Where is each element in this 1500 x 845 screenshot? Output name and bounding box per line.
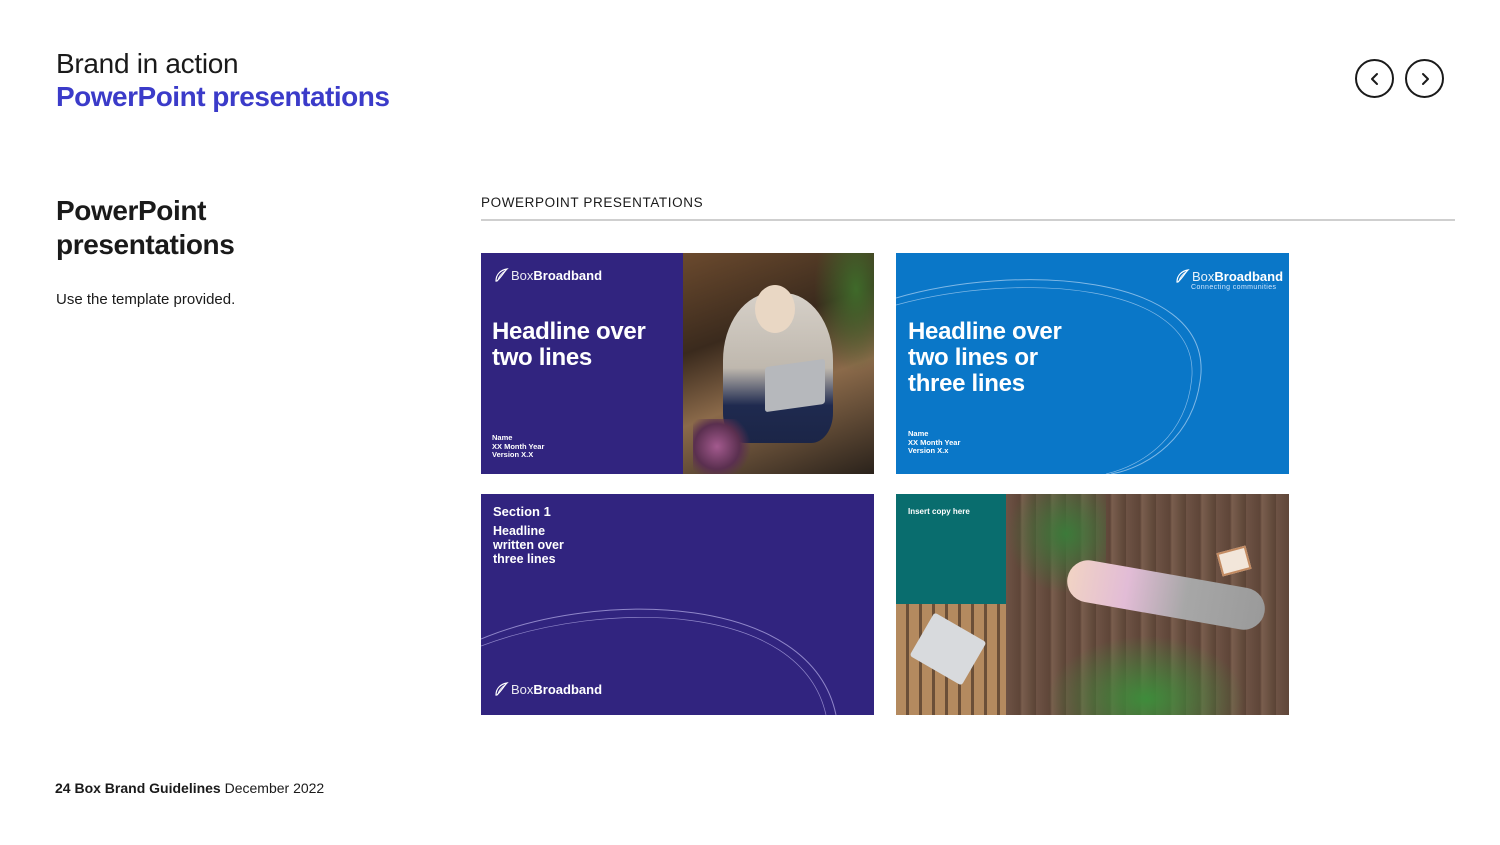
slide-thumbnail-photo-copy: Insert copy here (896, 494, 1289, 715)
feather-logo-icon (1176, 269, 1190, 283)
slide-headline: Headline written over three lines (493, 524, 564, 566)
logo-box-text: Box (511, 681, 534, 697)
divider (481, 219, 1455, 221)
meta-version: Version X.x (908, 446, 949, 455)
headline-line3: three lines (493, 552, 556, 566)
copy-box: Insert copy here (896, 494, 1006, 604)
slide-thumbnail-title-photo: Box Broadband Headline over two lines Nam… (481, 253, 874, 474)
meta-version: Version X.X (492, 450, 534, 459)
section-heading: PowerPoint presentations (56, 194, 356, 262)
gallery-label: POWERPOINT PRESENTATIONS (481, 195, 704, 210)
bench-laptop-photo (896, 604, 1006, 715)
slide-headline: Headline over two lines (492, 319, 646, 371)
woman-laptop-photo (683, 253, 874, 474)
headline-line1: Headline over (908, 318, 1062, 345)
section-heading-line1: PowerPoint (56, 195, 207, 226)
page-title: Brand in action PowerPoint presentations (56, 48, 390, 114)
page-number: 24 (55, 780, 71, 796)
copy-placeholder-text: Insert copy here (908, 507, 970, 516)
brand-tagline: Connecting communities (1191, 284, 1277, 291)
headline-line2: two lines or (908, 344, 1038, 371)
section-body-text: Use the template provided. (56, 291, 236, 308)
slide-thumbnail-section: Section 1 Headline written over three li… (481, 494, 874, 715)
next-page-button[interactable] (1405, 59, 1444, 98)
page-nav (1355, 59, 1444, 98)
headline-line3: three lines (908, 370, 1025, 397)
document-title: Box Brand Guidelines (74, 780, 221, 796)
page-title-line2: PowerPoint presentations (56, 81, 390, 112)
section-heading-line2: presentations (56, 229, 235, 260)
headline-line1: Headline (493, 524, 546, 538)
chevron-right-icon (1421, 72, 1429, 85)
previous-page-button[interactable] (1355, 59, 1394, 98)
feather-logo-icon (495, 268, 509, 282)
brand-logo: Box Broadband (493, 267, 602, 283)
logo-broadband-text: Broadband (533, 681, 603, 697)
headline-line1: Headline over (492, 318, 646, 345)
logo-broadband-text: Broadband (533, 267, 603, 283)
feather-logo-icon (495, 682, 509, 696)
headline-line2: written over (493, 538, 564, 552)
logo-broadband-text: Broadband (1214, 268, 1284, 284)
page-title-line1: Brand in action (56, 48, 239, 79)
headline-line2: two lines (492, 344, 592, 371)
slide-thumbnail-title-blue: Box Broadband Connecting communities Head… (896, 253, 1289, 474)
woman-lying-deck-photo (1006, 494, 1289, 715)
slide-meta: Name XX Month Year Version X.X (492, 433, 544, 460)
section-number: Section 1 (493, 504, 551, 519)
brand-logo: Box Broadband (1174, 268, 1283, 284)
slide-meta: Name XX Month Year Version X.x (908, 429, 960, 456)
page-footer: 24 Box Brand Guidelines December 2022 (55, 780, 324, 796)
logo-box-text: Box (511, 267, 534, 283)
document-date: December 2022 (224, 780, 325, 796)
brand-logo: Box Broadband (493, 681, 602, 697)
chevron-left-icon (1370, 72, 1378, 85)
logo-box-text: Box (1192, 268, 1215, 284)
slide-headline: Headline over two lines or three lines (908, 319, 1062, 397)
